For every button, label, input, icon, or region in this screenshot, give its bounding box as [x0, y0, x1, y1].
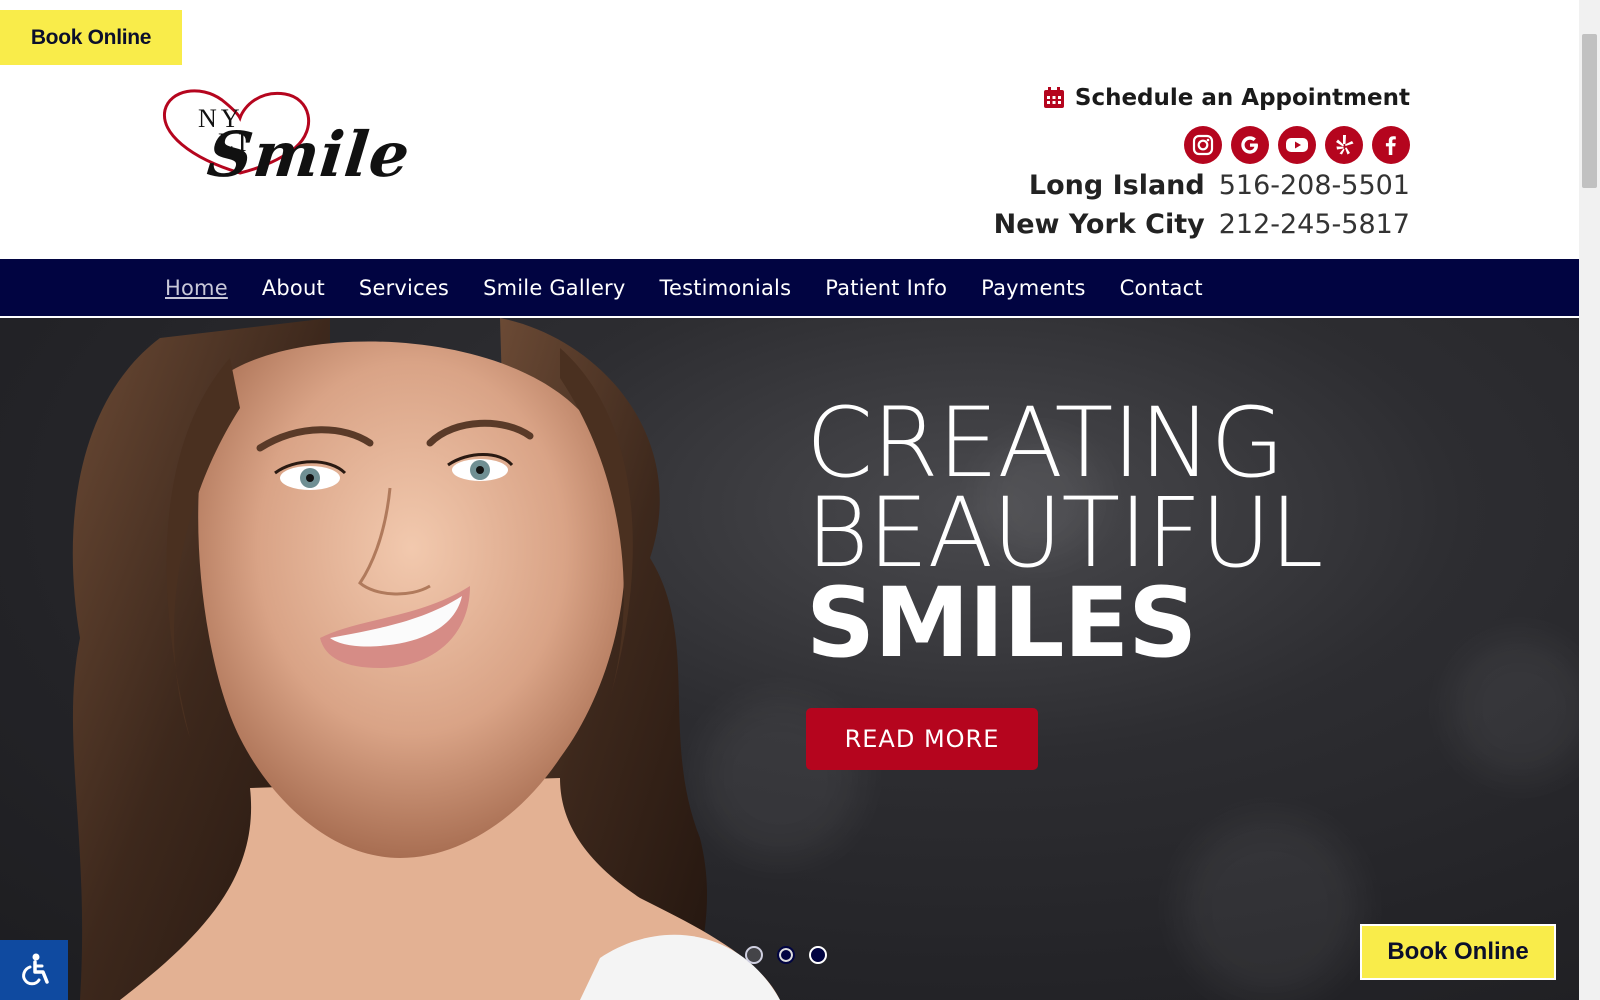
slider-dot[interactable]	[745, 946, 763, 964]
slider-dots	[745, 946, 827, 964]
phone-row-long-island: Long Island 516-208-5501	[994, 170, 1410, 209]
google-icon[interactable]	[1231, 126, 1269, 164]
schedule-appointment-link[interactable]: Schedule an Appointment	[1043, 80, 1410, 116]
nav-item-smile-gallery[interactable]: Smile Gallery	[483, 276, 625, 300]
calendar-icon	[1043, 87, 1064, 108]
location-name: New York City	[993, 209, 1205, 240]
hero-line-2: BEAUTIFUL	[806, 477, 1323, 589]
hero-line-1: CREATING	[806, 387, 1285, 499]
site-logo[interactable]: NY LI Smile	[160, 88, 480, 198]
yelp-icon[interactable]	[1325, 126, 1363, 164]
woman-portrait-image	[72, 318, 780, 1000]
nav-item-contact[interactable]: Contact	[1120, 276, 1203, 300]
scrollbar-thumb[interactable]	[1582, 34, 1597, 188]
bokeh-light	[1180, 818, 1360, 998]
phone-list: Long Island 516-208-5501 New York City 2…	[994, 170, 1410, 248]
social-links	[1184, 126, 1410, 164]
bokeh-light	[1450, 638, 1579, 778]
hero-line-3: SMILES	[806, 567, 1197, 679]
page: Book Online NY LI Smile Schedule an Appo…	[0, 0, 1579, 1000]
nav-item-payments[interactable]: Payments	[981, 276, 1085, 300]
read-more-button[interactable]: READ MORE	[806, 708, 1038, 770]
slider-dot[interactable]	[809, 946, 827, 964]
nav-item-patient-info[interactable]: Patient Info	[825, 276, 947, 300]
nav-item-testimonials[interactable]: Testimonials	[660, 276, 792, 300]
phone-row-nyc: New York City 212-245-5817	[994, 209, 1410, 248]
schedule-label: Schedule an Appointment	[1074, 85, 1410, 111]
youtube-icon[interactable]	[1278, 126, 1316, 164]
nav-item-home[interactable]: Home	[165, 276, 228, 300]
nav-item-about[interactable]: About	[262, 276, 325, 300]
hero-heading: CREATING BEAUTIFUL SMILES	[806, 387, 1323, 679]
hero-slider: CREATING BEAUTIFUL SMILES READ MORE	[0, 318, 1579, 1000]
accessibility-button[interactable]	[0, 940, 68, 1000]
book-online-button-floating[interactable]: Book Online	[1360, 924, 1556, 980]
instagram-icon[interactable]	[1184, 126, 1222, 164]
page-scrollbar[interactable]	[1579, 0, 1600, 1000]
nav-item-services[interactable]: Services	[359, 276, 449, 300]
location-name: Long Island	[1028, 170, 1205, 201]
wheelchair-icon	[22, 953, 49, 986]
book-online-button-top[interactable]: Book Online	[0, 10, 182, 65]
phone-number-link[interactable]: 212-245-5817	[1219, 209, 1410, 240]
main-nav: Home About Services Smile Gallery Testim…	[0, 259, 1579, 316]
slider-dot[interactable]	[777, 946, 795, 964]
facebook-icon[interactable]	[1372, 126, 1410, 164]
logo-smile-text: Smile	[204, 118, 414, 191]
phone-number-link[interactable]: 516-208-5501	[1219, 170, 1410, 201]
